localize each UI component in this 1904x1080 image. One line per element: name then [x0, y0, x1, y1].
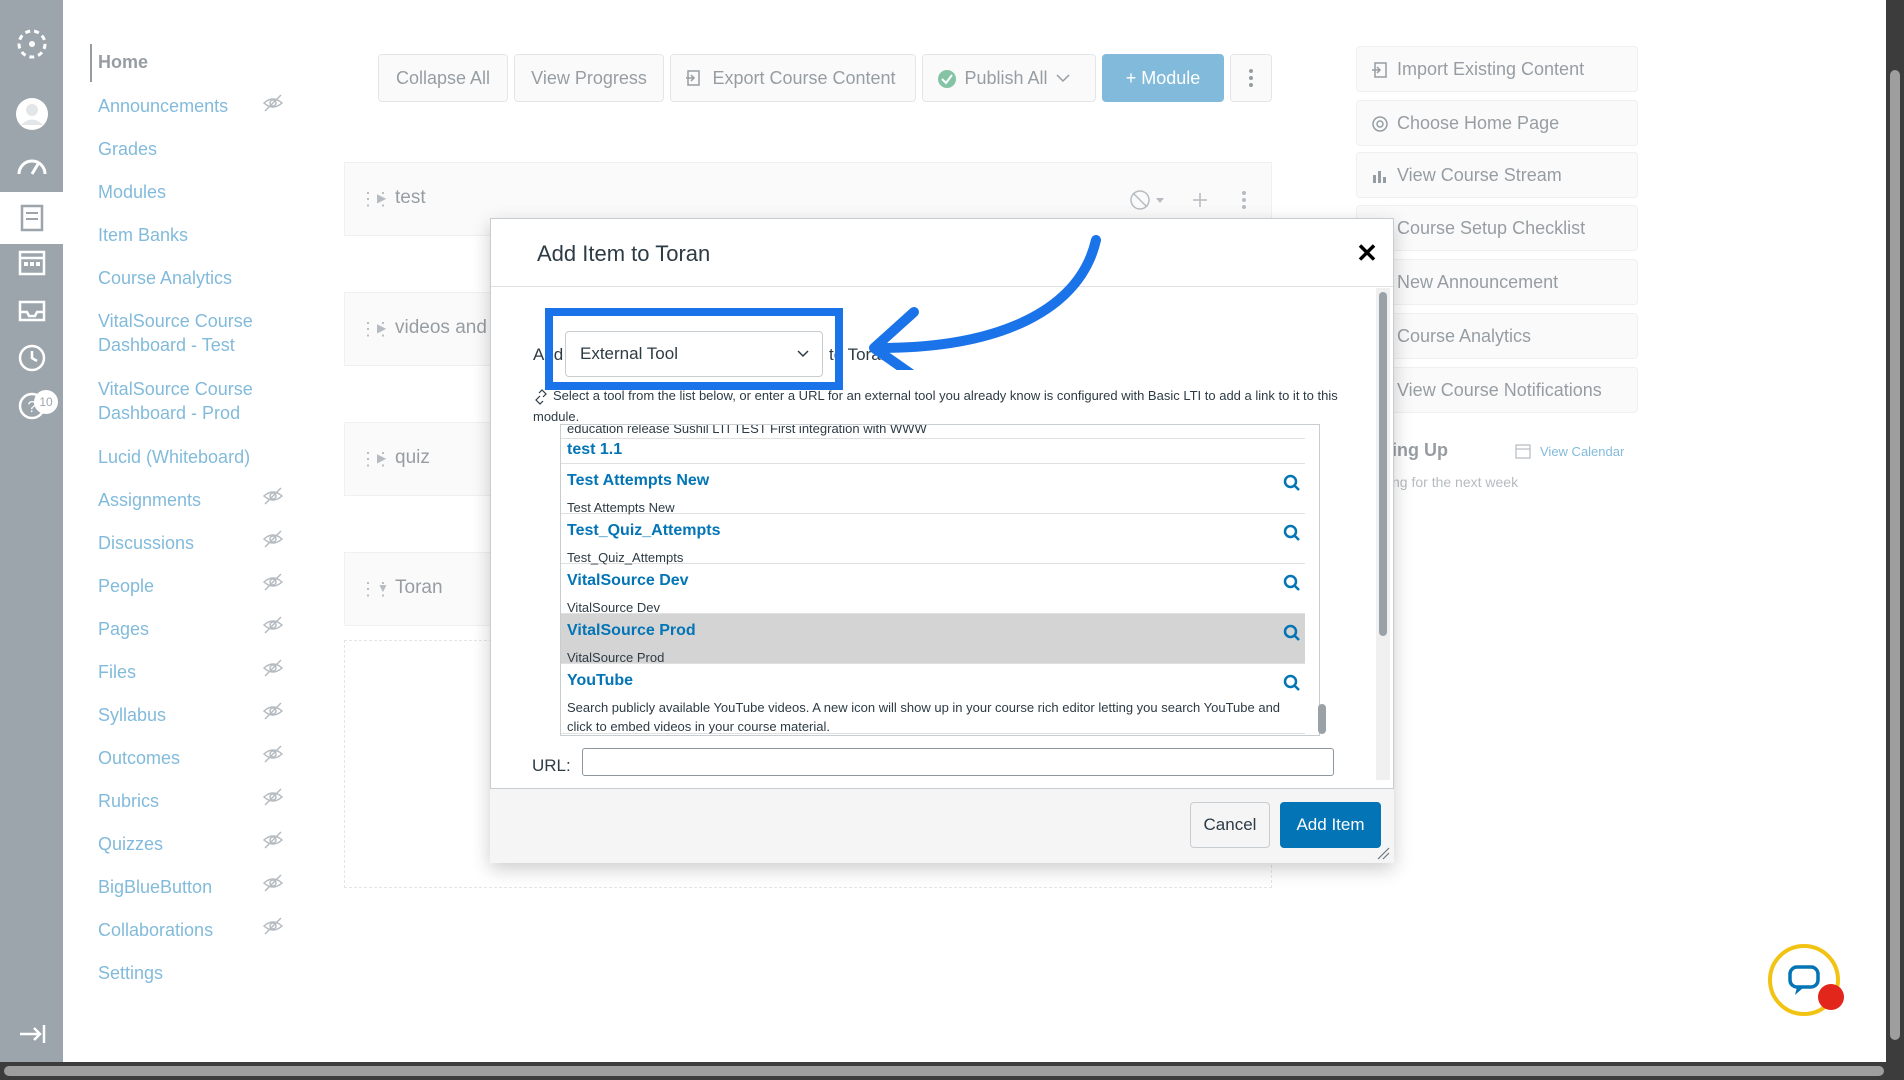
search-icon[interactable]	[1283, 624, 1301, 642]
add-item-button[interactable]: Add Item	[1280, 802, 1381, 848]
tool-item-selected[interactable]: VitalSource Prod VitalSource Prod	[561, 614, 1305, 665]
annotation-arrow-icon	[869, 235, 1101, 370]
dialog-scrollbar-thumb[interactable]	[1379, 292, 1387, 636]
scrollbar-thumb[interactable]	[4, 1066, 1884, 1076]
tool-name: Test Attempts New	[567, 472, 710, 489]
tool-name: VitalSource Dev	[567, 572, 689, 589]
search-icon[interactable]	[1283, 674, 1301, 692]
page-vertical-scrollbar[interactable]	[1886, 0, 1904, 1062]
tool-item[interactable]: education release Sushil LTI TEST First …	[561, 424, 1305, 439]
tool-description: Search publicly available YouTube videos…	[567, 700, 1281, 734]
cancel-button[interactable]: Cancel	[1190, 802, 1270, 848]
url-input[interactable]	[582, 748, 1334, 776]
dialog-title: Add Item to Toran	[537, 241, 711, 266]
tool-item[interactable]: VitalSource Dev VitalSource Dev	[561, 564, 1305, 615]
external-tool-hint: Select a tool from the list below, or en…	[533, 388, 1338, 424]
tool-list-scrollbar[interactable]	[1318, 704, 1326, 734]
tool-item[interactable]: YouTube Search publicly available YouTub…	[561, 664, 1305, 734]
tool-name: Test_Quiz_Attempts	[567, 522, 721, 539]
tool-list: education release Sushil LTI TEST First …	[560, 424, 1320, 736]
close-icon[interactable]: ✕	[1355, 240, 1379, 266]
url-label: URL:	[532, 756, 571, 775]
tool-item[interactable]: Test Attempts New Test Attempts New	[561, 464, 1305, 515]
tool-name: YouTube	[567, 672, 634, 689]
scrollbar-thumb[interactable]	[1890, 70, 1900, 1040]
annotation-highlight-box	[545, 308, 843, 390]
tool-item[interactable]: test 1.1	[561, 439, 1305, 464]
search-icon[interactable]	[1283, 574, 1301, 592]
tool-item[interactable]: Test_Quiz_Attempts Test_Quiz_Attempts	[561, 514, 1305, 565]
tool-name: test 1.1	[567, 441, 623, 458]
page-horizontal-scrollbar[interactable]	[0, 1062, 1904, 1080]
search-icon[interactable]	[1283, 524, 1301, 542]
resize-handle-icon[interactable]	[1376, 846, 1390, 860]
notification-dot	[1818, 984, 1844, 1010]
tool-description: education release Sushil LTI TEST First …	[567, 424, 927, 436]
search-icon[interactable]	[1283, 474, 1301, 492]
tool-name: VitalSource Prod	[567, 622, 696, 639]
